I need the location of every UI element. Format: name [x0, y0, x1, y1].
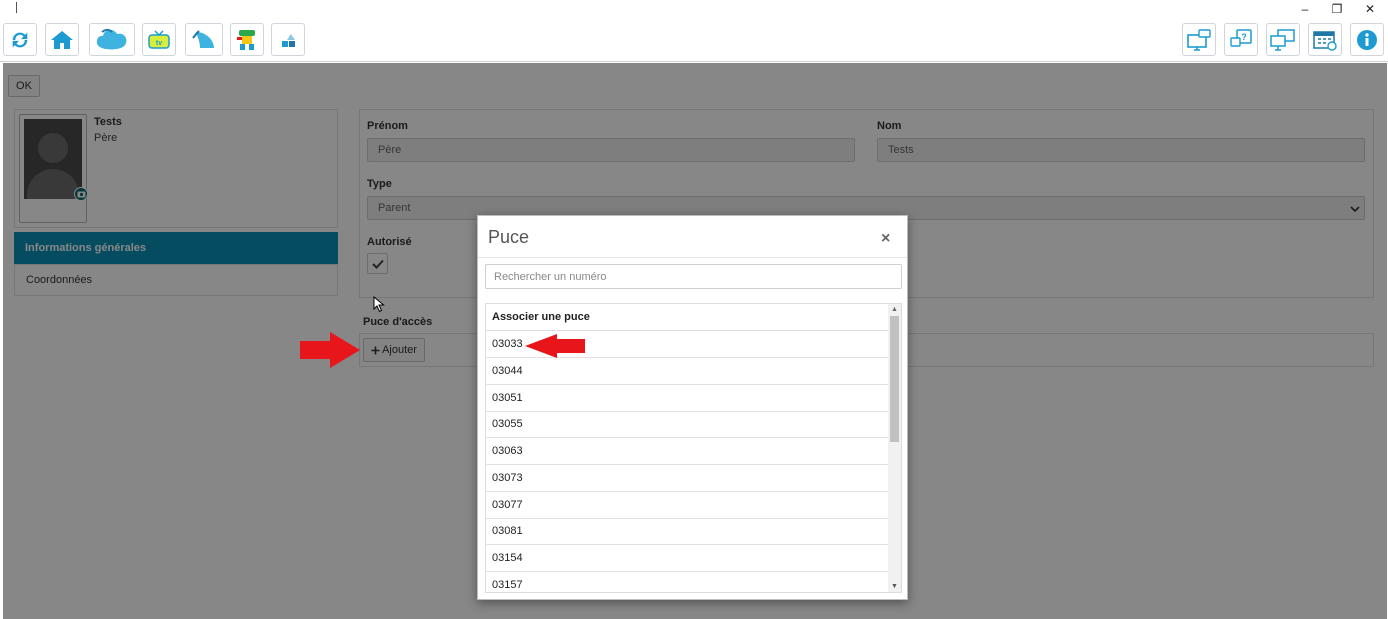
- shapes-button[interactable]: [271, 23, 305, 56]
- cloud-button[interactable]: [89, 23, 135, 56]
- restore-button[interactable]: ❐: [1322, 0, 1352, 18]
- search-input[interactable]: Rechercher un numéro: [485, 264, 902, 289]
- calendar-icon: [1313, 30, 1337, 51]
- refresh-icon: [12, 32, 28, 47]
- wave-button[interactable]: [185, 23, 223, 56]
- list-item[interactable]: 03073: [486, 465, 888, 492]
- modal-title: Puce: [488, 227, 530, 247]
- help-chat-icon: ?: [1230, 28, 1252, 47]
- close-window-button[interactable]: ✕: [1355, 0, 1385, 18]
- monitor-message-button[interactable]: [1182, 23, 1216, 56]
- home-button[interactable]: [45, 23, 79, 56]
- list-item[interactable]: 03157: [486, 572, 888, 592]
- multi-monitor-icon: [1270, 28, 1295, 51]
- annotation-arrow-right-icon: [300, 332, 360, 368]
- character-icon: [237, 29, 255, 50]
- list-item[interactable]: 03044: [486, 358, 888, 385]
- help-chat-button[interactable]: ?: [1224, 23, 1258, 56]
- refresh-button[interactable]: [3, 23, 37, 56]
- calendar-button[interactable]: [1308, 23, 1342, 56]
- list-item[interactable]: 03154: [486, 545, 888, 572]
- list-header: Associer une puce: [486, 304, 888, 331]
- list-item[interactable]: 03063: [486, 438, 888, 465]
- shapes-icon: [282, 33, 295, 47]
- monitor-message-icon: [1187, 28, 1211, 51]
- mouse-cursor-icon: [373, 296, 385, 313]
- list-scrollbar-thumb[interactable]: [890, 316, 899, 442]
- modal-header-divider: [478, 257, 907, 258]
- list-item[interactable]: 03051: [486, 385, 888, 412]
- modal-close-icon[interactable]: ×: [881, 231, 890, 247]
- text-caret: [16, 2, 17, 13]
- home-icon: [51, 30, 73, 49]
- character-button[interactable]: [230, 23, 264, 56]
- toolbar: tv ?: [0, 18, 1388, 62]
- info-button[interactable]: [1350, 23, 1384, 56]
- scroll-down-arrow-icon[interactable]: ▼: [889, 581, 900, 592]
- svg-text:tv: tv: [156, 40, 162, 47]
- wave-icon: [192, 29, 214, 48]
- list-item[interactable]: 03055: [486, 411, 888, 438]
- cloud-icon: [96, 28, 127, 49]
- info-icon: [1357, 29, 1377, 50]
- minimize-button[interactable]: –: [1290, 0, 1320, 18]
- list-item[interactable]: 03081: [486, 518, 888, 545]
- tv-button[interactable]: tv: [142, 23, 176, 56]
- scroll-up-arrow-icon[interactable]: ▲: [889, 304, 900, 315]
- window-titlebar: – ❐ ✕: [0, 0, 1388, 18]
- puce-modal: Puce × Rechercher un numéro Associer une…: [477, 215, 908, 600]
- multi-monitor-button[interactable]: [1266, 23, 1300, 56]
- list-item[interactable]: 03077: [486, 492, 888, 519]
- tv-icon: tv: [148, 29, 170, 49]
- svg-text:?: ?: [1241, 32, 1247, 42]
- annotation-arrow-left-icon: [525, 334, 585, 358]
